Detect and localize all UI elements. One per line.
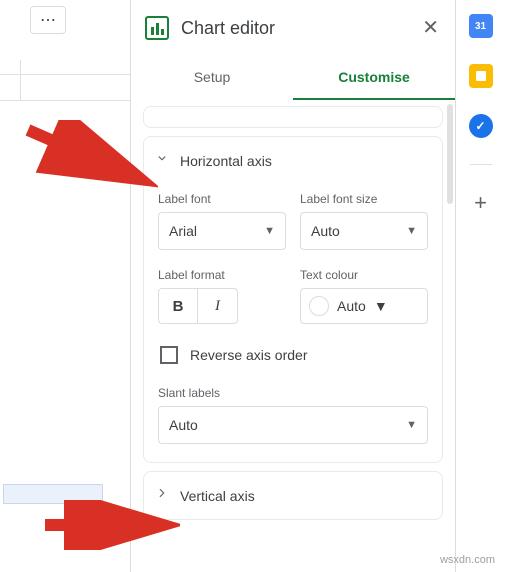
add-addon-button[interactable]: + xyxy=(469,191,493,215)
separator xyxy=(470,164,492,165)
label-font-size-label: Label font size xyxy=(300,192,428,206)
section-title: Vertical axis xyxy=(180,488,255,504)
section-previous[interactable] xyxy=(143,106,443,128)
slant-labels-value: Auto xyxy=(169,417,198,433)
checkbox-unchecked-icon[interactable] xyxy=(160,346,178,364)
text-colour-value: Auto xyxy=(337,298,366,314)
reverse-axis-checkbox-row[interactable]: Reverse axis order xyxy=(160,346,428,364)
scrollbar[interactable] xyxy=(447,104,453,204)
label-font-size-select[interactable]: Auto ▼ xyxy=(300,212,428,250)
reverse-axis-label: Reverse axis order xyxy=(190,347,308,363)
keep-icon[interactable] xyxy=(469,64,493,88)
tab-setup[interactable]: Setup xyxy=(131,56,293,100)
caret-down-icon: ▼ xyxy=(374,298,388,314)
chart-icon xyxy=(145,16,169,40)
watermark: wsxdn.com xyxy=(440,554,495,566)
text-colour-label: Text colour xyxy=(300,268,428,282)
calendar-icon[interactable] xyxy=(469,14,493,38)
slant-labels-select[interactable]: Auto ▼ xyxy=(158,406,428,444)
italic-button[interactable]: I xyxy=(198,288,238,324)
label-format-label: Label format xyxy=(158,268,286,282)
label-font-label: Label font xyxy=(158,192,286,206)
text-colour-select[interactable]: Auto ▼ xyxy=(300,288,428,324)
chart-editor-panel: Chart editor ✕ Setup Customise Horizonta… xyxy=(130,0,455,572)
section-horizontal-axis: Horizontal axis Label font Arial ▼ Label… xyxy=(143,136,443,463)
toolbar-more-button[interactable]: ⋯ xyxy=(30,6,66,34)
caret-down-icon: ▼ xyxy=(264,225,275,237)
close-icon[interactable]: ✕ xyxy=(422,18,439,38)
section-horizontal-axis-header[interactable]: Horizontal axis xyxy=(144,137,442,184)
caret-down-icon: ▼ xyxy=(406,419,417,431)
caret-down-icon: ▼ xyxy=(406,225,417,237)
tasks-icon[interactable] xyxy=(469,114,493,138)
chevron-down-icon xyxy=(154,151,170,170)
tabs: Setup Customise xyxy=(131,56,455,100)
panel-title: Chart editor xyxy=(181,18,422,39)
slant-labels-label: Slant labels xyxy=(158,386,428,400)
chevron-right-icon xyxy=(154,486,170,505)
label-font-size-value: Auto xyxy=(311,223,340,239)
section-vertical-axis-header[interactable]: Vertical axis xyxy=(144,472,442,519)
tab-customise[interactable]: Customise xyxy=(293,56,455,100)
label-font-select[interactable]: Arial ▼ xyxy=(158,212,286,250)
side-panel: + xyxy=(455,0,505,572)
spreadsheet-background: ⋯ xyxy=(0,0,130,572)
colour-swatch xyxy=(309,296,329,316)
selected-cell[interactable] xyxy=(3,484,103,504)
bold-button[interactable]: B xyxy=(158,288,198,324)
section-vertical-axis: Vertical axis xyxy=(143,471,443,520)
section-title: Horizontal axis xyxy=(180,153,272,169)
label-font-value: Arial xyxy=(169,223,197,239)
